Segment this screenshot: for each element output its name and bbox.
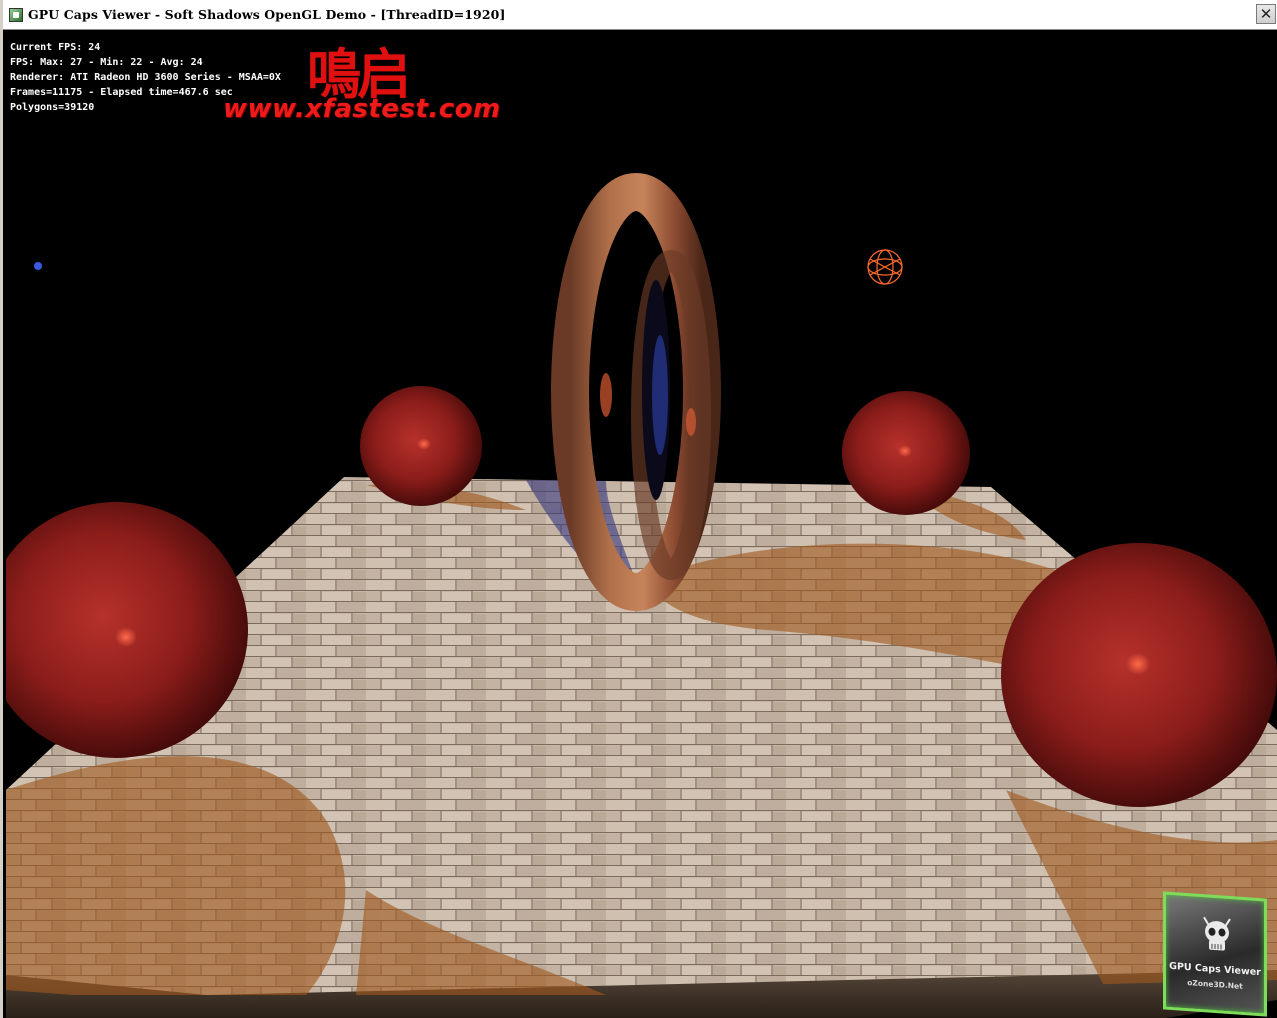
app-icon [9, 7, 23, 22]
badge-subtitle: oZone3D.Net [1187, 978, 1243, 991]
skull-icon [1203, 916, 1231, 951]
light-marker-blue [34, 262, 42, 270]
sphere-front-right [1001, 543, 1277, 807]
close-button[interactable]: ✕ [1256, 4, 1276, 24]
render-viewport[interactable] [6, 30, 1277, 1018]
badge-title: GPU Caps Viewer [1169, 960, 1261, 979]
window-title: GPU Caps Viewer - Soft Shadows OpenGL De… [28, 7, 506, 22]
watermark-url: www.xfastest.com [223, 94, 501, 124]
light-marker-orange [867, 249, 903, 285]
gpu-caps-badge: GPU Caps Viewer oZone3D.Net [1163, 891, 1267, 1017]
close-icon: ✕ [1259, 4, 1273, 23]
sphere-back-left [360, 386, 482, 506]
title-bar[interactable]: GPU Caps Viewer - Soft Shadows OpenGL De… [3, 0, 1277, 30]
app-window: GPU Caps Viewer - Soft Shadows OpenGL De… [0, 0, 1277, 1018]
watermark: 鳴启 www.xfastest.com [223, 28, 505, 124]
sphere-back-right [842, 391, 970, 515]
scene-render [6, 173, 1277, 1018]
